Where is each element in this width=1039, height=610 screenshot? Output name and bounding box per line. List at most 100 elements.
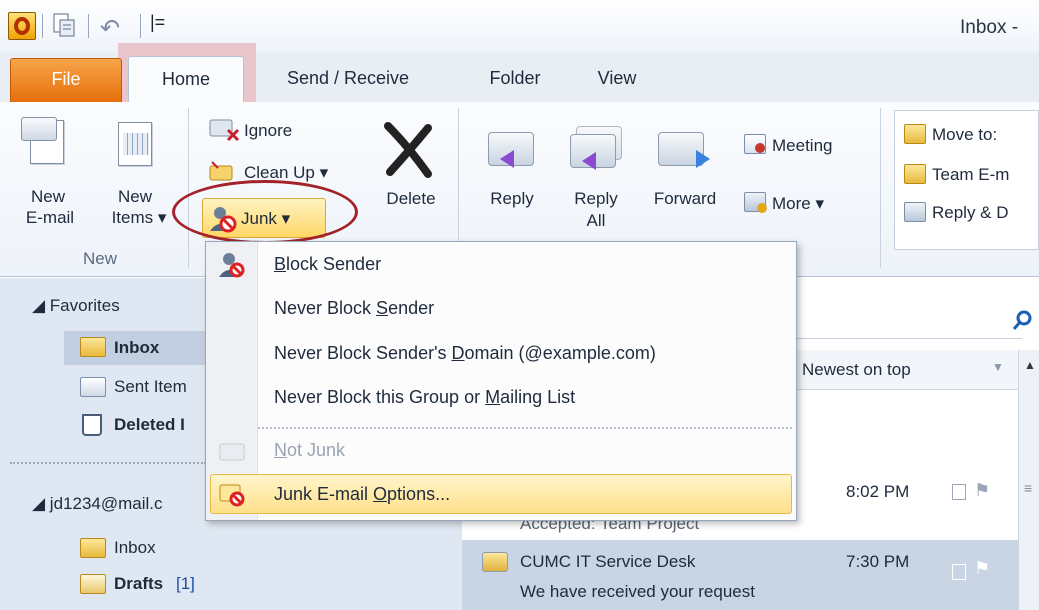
nav-sent-items-label: Sent Item: [114, 377, 187, 396]
menu-accelerator: N: [274, 440, 287, 460]
envelope-icon: [482, 552, 508, 572]
ignore-icon: [209, 119, 240, 142]
group-separator: [880, 108, 881, 268]
delete-label: Delete: [386, 189, 436, 208]
category-icon[interactable]: [952, 484, 966, 500]
menu-item-never-block-group[interactable]: Never Block this Group or Mailing List: [258, 379, 794, 419]
customize-quick-access-icon[interactable]: |=: [150, 12, 165, 33]
mail-time: 8:02 PM: [846, 482, 910, 501]
tab-file[interactable]: File: [10, 58, 122, 102]
ignore-label: Ignore: [244, 121, 293, 140]
menu-text: lock Sender: [286, 254, 382, 274]
group-separator: [188, 108, 189, 268]
drafts-count: [1]: [176, 574, 195, 593]
menu-text: ender: [388, 298, 435, 318]
menu-accelerator: D: [451, 343, 465, 363]
separator: [140, 14, 141, 38]
new-email-label-1: New: [30, 187, 65, 206]
reply-all-label-2: All: [586, 211, 606, 230]
mail-subject: We have received your request: [520, 582, 755, 601]
search-icon: [1012, 310, 1032, 330]
new-items-icon: [118, 122, 152, 166]
clean-up-icon: [209, 161, 233, 181]
account-inbox-folder-icon: [80, 538, 106, 558]
window-title: Inbox -: [960, 17, 1019, 38]
tab-home[interactable]: Home: [128, 56, 244, 106]
sort-dropdown-icon[interactable]: ▼: [992, 360, 1004, 374]
menu-item-never-block-sender[interactable]: Never Block Sender: [258, 290, 794, 330]
menu-text: Never Block Sender's: [274, 343, 452, 363]
not-junk-icon: [219, 443, 245, 461]
meeting-icon: [744, 134, 766, 154]
reply-arrow: [500, 150, 514, 168]
tab-send-receive[interactable]: Send / Receive: [268, 58, 428, 102]
more-respond-icon: [744, 192, 767, 213]
drafts-icon: [80, 574, 106, 594]
mail-list-item[interactable]: CUMC IT Service Desk 7:30 PM We have rec…: [462, 540, 1018, 610]
scroll-up-icon[interactable]: ▲: [1024, 358, 1036, 372]
team-email-icon: [904, 164, 926, 184]
reply-label: Reply: [490, 189, 534, 208]
menu-text: ptions...: [387, 484, 451, 504]
junk-options-icon: [219, 484, 245, 507]
menu-item-not-junk[interactable]: Not Junk: [258, 432, 794, 472]
new-email-icon: [21, 117, 64, 164]
menu-text: omain (@example.com): [464, 343, 656, 363]
menu-item-block-sender[interactable]: Block Sender: [258, 246, 794, 286]
sort-order-label[interactable]: Newest on top: [802, 360, 911, 380]
account-header[interactable]: ◢ jd1234@mail.c: [32, 494, 163, 514]
reply-delete-icon: [904, 202, 926, 222]
scrollbar[interactable]: ▲ ≡: [1018, 350, 1039, 610]
menu-text: Never Block this Group or: [274, 387, 486, 407]
send-receive-all-icon[interactable]: [52, 12, 76, 38]
forward-label: Forward: [653, 189, 717, 208]
new-email-label-2: E-mail: [25, 208, 75, 227]
menu-item-junk-email-options[interactable]: Junk E-mail Options...: [258, 476, 794, 516]
outlook-app-icon[interactable]: [8, 12, 36, 40]
new-items-label-1: New: [117, 187, 152, 206]
flag-icon[interactable]: ⚑: [974, 480, 990, 501]
scroll-grip-icon: ≡: [1024, 480, 1033, 496]
sent-items-folder-icon: [80, 377, 106, 397]
menu-text: ot Junk: [287, 440, 346, 460]
separator: [42, 14, 43, 38]
team-email-label: Team E-m: [932, 165, 1010, 184]
more-label: More ▾: [772, 194, 824, 213]
new-items-label-2: Items ▾: [111, 208, 167, 227]
menu-text: Junk E-mail: [274, 484, 374, 504]
forward-arrow: [696, 150, 710, 168]
nav-drafts-label: Drafts: [114, 574, 164, 593]
deleted-items-icon: [82, 414, 102, 436]
move-to-icon: [904, 124, 926, 144]
group-label-new: New: [82, 249, 117, 268]
flag-icon[interactable]: ⚑: [974, 558, 990, 579]
menu-accelerator: S: [376, 298, 389, 318]
menu-text: ailing List: [500, 387, 576, 407]
menu-accelerator: O: [373, 484, 388, 504]
reply-delete-label: Reply & D: [932, 203, 1009, 222]
menu-text: Never Block: [274, 298, 377, 318]
menu-accelerator: M: [485, 387, 501, 407]
menu-accelerator: B: [274, 254, 287, 274]
category-icon[interactable]: [952, 564, 966, 580]
reply-all-label-1: Reply: [574, 189, 618, 208]
move-to-label: Move to:: [932, 125, 998, 144]
menu-separator: [258, 427, 792, 429]
meeting-label: Meeting: [772, 136, 833, 155]
inbox-folder-icon: [80, 337, 106, 357]
nav-divider: [10, 462, 206, 464]
menu-item-never-block-domain[interactable]: Never Block Sender's Domain (@example.co…: [258, 335, 794, 375]
undo-icon[interactable]: ↶: [100, 14, 120, 43]
tab-folder[interactable]: Folder: [470, 58, 560, 102]
reply-all-arrow: [582, 152, 596, 170]
delete-icon: [384, 122, 432, 178]
nav-account-inbox-label: Inbox: [114, 538, 156, 557]
mail-sender: CUMC IT Service Desk: [520, 552, 696, 571]
nav-deleted-items-label: Deleted I: [114, 415, 185, 434]
separator: [88, 14, 89, 38]
mail-time: 7:30 PM: [846, 552, 910, 571]
block-sender-icon: [219, 253, 245, 278]
junk-highlight-circle: [172, 180, 358, 244]
favorites-header[interactable]: ◢ Favorites: [32, 296, 120, 316]
tab-view[interactable]: View: [582, 58, 652, 102]
